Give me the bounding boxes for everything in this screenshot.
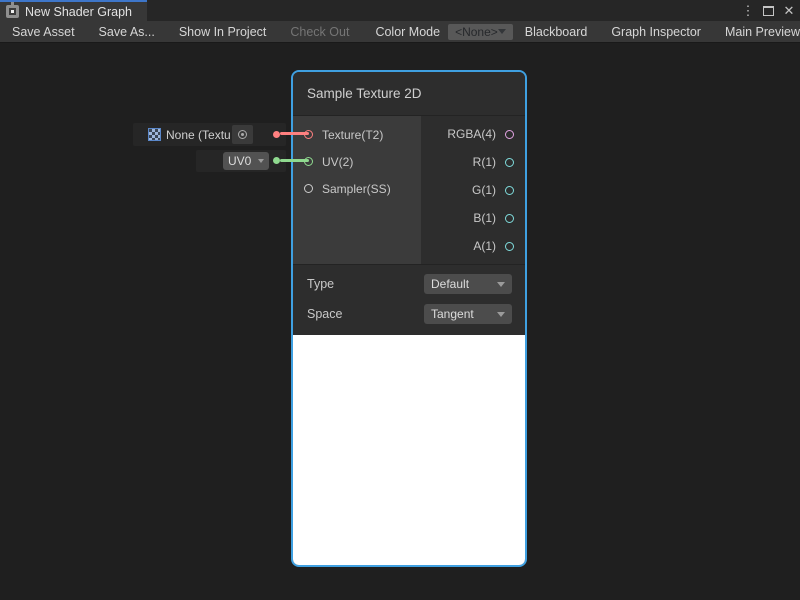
color-mode-dropdown[interactable]: <None> bbox=[448, 24, 513, 40]
show-in-project-button[interactable]: Show In Project bbox=[167, 21, 279, 42]
save-asset-button[interactable]: Save Asset bbox=[0, 21, 87, 42]
title-bar: New Shader Graph ⋮ ✕ bbox=[0, 0, 800, 21]
main-preview-button[interactable]: Main Preview bbox=[713, 21, 800, 42]
input-port-sampler: Sampler(SS) bbox=[293, 175, 421, 202]
type-value: Default bbox=[431, 277, 469, 291]
port-label: A(1) bbox=[473, 239, 496, 253]
graph-inspector-button[interactable]: Graph Inspector bbox=[599, 21, 713, 42]
toolbar: Save Asset Save As... Show In Project Ch… bbox=[0, 21, 800, 43]
texture-object-field[interactable]: None (Textu bbox=[133, 123, 286, 146]
type-dropdown[interactable]: Default bbox=[424, 274, 512, 294]
texture-wire[interactable] bbox=[280, 132, 309, 135]
port-label: Sampler(SS) bbox=[322, 182, 391, 196]
color-mode-label: Color Mode bbox=[361, 21, 448, 42]
port-label: G(1) bbox=[472, 183, 496, 197]
port-circle-b[interactable] bbox=[505, 214, 514, 223]
output-port-r: R(1) bbox=[421, 148, 525, 176]
blackboard-button[interactable]: Blackboard bbox=[513, 21, 600, 42]
check-out-button: Check Out bbox=[278, 21, 361, 42]
uv-wire[interactable] bbox=[280, 159, 309, 162]
output-ports-column: RGBA(4) R(1) G(1) B(1) A(1) bbox=[421, 116, 525, 264]
type-setting-row: Type Default bbox=[293, 269, 525, 299]
object-picker-button[interactable] bbox=[232, 125, 253, 144]
color-mode-value: <None> bbox=[455, 25, 498, 39]
texture-edge-dot bbox=[273, 131, 280, 138]
uv-channel-dropdown[interactable]: UV0 bbox=[223, 152, 269, 170]
chevron-down-icon bbox=[258, 159, 264, 163]
output-port-rgba: RGBA(4) bbox=[421, 120, 525, 148]
space-label: Space bbox=[307, 307, 342, 321]
port-circle-sampler[interactable] bbox=[304, 184, 313, 193]
window-controls: ⋮ ✕ bbox=[741, 0, 796, 21]
space-setting-row: Space Tangent bbox=[293, 299, 525, 329]
chevron-down-icon bbox=[498, 29, 506, 34]
close-icon[interactable]: ✕ bbox=[782, 0, 796, 21]
space-value: Tangent bbox=[431, 307, 474, 321]
port-circle-rgba[interactable] bbox=[505, 130, 514, 139]
port-circle-g[interactable] bbox=[505, 186, 514, 195]
uv-edge-dot bbox=[273, 157, 280, 164]
input-ports-column: Texture(T2) UV(2) Sampler(SS) bbox=[293, 116, 421, 264]
save-as-button[interactable]: Save As... bbox=[87, 21, 167, 42]
tab-new-shader-graph[interactable]: New Shader Graph bbox=[0, 0, 147, 21]
more-icon[interactable]: ⋮ bbox=[741, 0, 755, 21]
output-port-b: B(1) bbox=[421, 204, 525, 232]
tab-title: New Shader Graph bbox=[25, 5, 132, 19]
output-port-g: G(1) bbox=[421, 176, 525, 204]
node-header[interactable]: Sample Texture 2D bbox=[293, 72, 525, 116]
chevron-down-icon bbox=[497, 282, 505, 287]
input-port-texture: Texture(T2) bbox=[293, 121, 421, 148]
input-port-uv: UV(2) bbox=[293, 148, 421, 175]
chevron-down-icon bbox=[497, 312, 505, 317]
node-preview bbox=[293, 335, 525, 565]
uv-channel-value: UV0 bbox=[228, 154, 251, 168]
maximize-icon[interactable] bbox=[763, 6, 774, 16]
space-dropdown[interactable]: Tangent bbox=[424, 304, 512, 324]
port-label: B(1) bbox=[473, 211, 496, 225]
type-label: Type bbox=[307, 277, 334, 291]
node-sample-texture-2d[interactable]: Sample Texture 2D Texture(T2) UV(2) Samp… bbox=[291, 70, 527, 567]
texture-2d-icon bbox=[148, 128, 161, 141]
node-title: Sample Texture 2D bbox=[307, 86, 422, 101]
port-label: Texture(T2) bbox=[322, 128, 383, 142]
output-port-a: A(1) bbox=[421, 232, 525, 260]
port-label: RGBA(4) bbox=[447, 127, 496, 141]
shader-graph-icon bbox=[6, 5, 19, 18]
port-label: UV(2) bbox=[322, 155, 353, 169]
node-settings: Type Default Space Tangent bbox=[293, 264, 525, 335]
port-circle-a[interactable] bbox=[505, 242, 514, 251]
port-circle-r[interactable] bbox=[505, 158, 514, 167]
node-ports: Texture(T2) UV(2) Sampler(SS) RGBA(4) R(… bbox=[293, 116, 525, 264]
port-label: R(1) bbox=[473, 155, 496, 169]
object-picker-icon bbox=[238, 130, 247, 139]
texture-field-value: None (Textu bbox=[166, 128, 232, 142]
